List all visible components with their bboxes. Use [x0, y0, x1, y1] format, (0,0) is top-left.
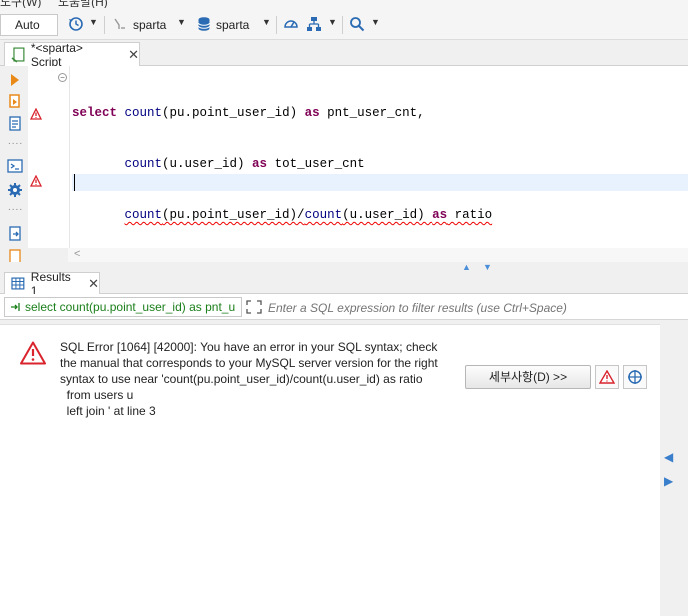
toolbar-divider: [104, 16, 105, 34]
code-line: select count(pu.point_user_id) as pnt_us…: [72, 106, 425, 120]
panel-splitter[interactable]: ▲ ▼: [0, 262, 688, 272]
tab-script-label: *<sparta> Script: [30, 40, 83, 69]
fold-column: [56, 66, 70, 248]
show-error-log-button[interactable]: [595, 365, 619, 389]
toolbar-divider: [342, 16, 343, 34]
menu-help[interactable]: 도움말(H): [58, 0, 108, 8]
error-message: SQL Error [1064] [42000]: You have an er…: [60, 340, 438, 418]
sql-query-icon: [11, 303, 20, 311]
toolbar-divider: [276, 16, 277, 34]
minimize-icon[interactable]: ▼: [483, 262, 492, 272]
error-marker-icon: [30, 175, 42, 187]
query-text-field[interactable]: select count(pu.point_user_id) as pnt_u: [4, 297, 242, 317]
editor-tabbar: *<sparta> Script ✕: [0, 40, 688, 69]
chevron-down-icon[interactable]: ▼: [262, 17, 271, 27]
warning-icon: [20, 341, 46, 365]
collapse-left-icon[interactable]: ◀: [664, 450, 673, 464]
schema-selector[interactable]: sparta: [216, 18, 249, 32]
chevron-down-icon[interactable]: ▼: [177, 17, 186, 27]
locate-error-button[interactable]: [623, 365, 647, 389]
filter-input[interactable]: [268, 300, 684, 316]
results-filter-bar: select count(pu.point_user_id) as pnt_u: [0, 294, 688, 320]
sql-editor[interactable]: − select count(pu.point_user_id) as pnt_…: [28, 66, 688, 375]
explain-plan-icon[interactable]: [7, 116, 23, 132]
search-icon[interactable]: [348, 14, 366, 34]
network-icon[interactable]: [305, 14, 323, 34]
database-icon: [196, 14, 212, 34]
chevron-down-icon[interactable]: ▼: [371, 17, 380, 27]
table-icon: [11, 277, 25, 290]
tab-script[interactable]: *<sparta> Script ✕: [4, 40, 140, 69]
close-icon[interactable]: ✕: [88, 276, 99, 292]
execute-icon[interactable]: [7, 72, 23, 88]
settings-icon[interactable]: [7, 182, 23, 198]
editor-horizontal-scrollbar[interactable]: <: [68, 248, 688, 262]
scroll-left-icon[interactable]: <: [74, 248, 80, 260]
connection-icon: [111, 14, 129, 34]
code-line: count(u.user_id) as tot_user_cnt: [124, 157, 365, 171]
query-text: select count(pu.point_user_id) as pnt_u: [25, 300, 236, 314]
dashboard-icon[interactable]: [282, 14, 300, 34]
results-vertical-scrollbar[interactable]: ◀ ▶: [660, 320, 688, 616]
chevron-down-icon[interactable]: ▼: [328, 17, 337, 27]
chevron-down-icon[interactable]: ▼: [89, 17, 98, 27]
menubar: 도구(W) 도움말(H): [0, 0, 688, 8]
expand-right-icon[interactable]: ▶: [664, 474, 673, 488]
tab-results[interactable]: Results 1 ✕: [4, 270, 100, 298]
menu-tools[interactable]: 도구(W): [0, 0, 41, 8]
connection-selector[interactable]: sparta: [133, 18, 166, 32]
export-icon[interactable]: [7, 226, 23, 242]
toolbar-separator: ....: [8, 136, 24, 147]
expand-icon[interactable]: [246, 300, 262, 314]
maximize-icon[interactable]: ▲: [462, 262, 471, 272]
execute-script-icon[interactable]: [7, 94, 23, 110]
error-panel: SQL Error [1064] [42000]: You have an er…: [0, 324, 660, 616]
main-toolbar: Auto ▼ sparta ▼ sparta ▼ ▼ ▼: [0, 8, 688, 40]
error-marker-icon: [30, 108, 42, 120]
fold-icon[interactable]: −: [58, 73, 67, 82]
transaction-mode-select[interactable]: Auto: [0, 14, 58, 36]
warning-icon: [599, 370, 615, 384]
toolbar-separator: ....: [8, 202, 24, 213]
sql-script-icon: [11, 46, 25, 63]
details-button[interactable]: 세부사항(D) >>: [465, 365, 591, 389]
close-icon[interactable]: ✕: [128, 47, 139, 63]
results-body: SQL Error [1064] [42000]: You have an er…: [0, 320, 688, 616]
results-tabbar: Results 1 ✕: [0, 270, 688, 298]
crosshair-icon: [628, 370, 642, 384]
code-line: count(pu.point_user_id)/count(u.user_id)…: [124, 208, 493, 222]
editor-side-toolbar: .... ....: [0, 66, 28, 266]
terminal-icon[interactable]: [7, 158, 23, 174]
history-icon[interactable]: [66, 14, 86, 34]
